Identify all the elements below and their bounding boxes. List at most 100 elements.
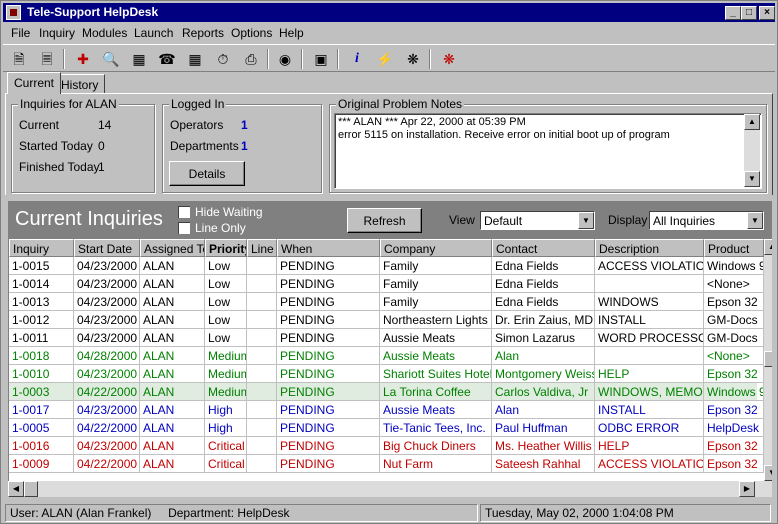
table-row[interactable]: 1-001304/23/2000 10ALANLowPENDINGFamilyE… bbox=[9, 293, 764, 311]
scroll-down-icon[interactable]: ▼ bbox=[744, 171, 760, 187]
table-row[interactable]: 1-000904/22/2000 10ALANCritical PENDINGNu… bbox=[9, 455, 764, 473]
col-start-date-header[interactable]: Start Date bbox=[74, 239, 140, 257]
binoculars-icon[interactable]: ◉ bbox=[275, 49, 295, 69]
col-line-cell bbox=[247, 293, 277, 311]
chevron-down-icon[interactable]: ▼ bbox=[578, 212, 594, 229]
col-priority-cell: Low bbox=[205, 329, 247, 347]
search-icon[interactable]: 🔍 bbox=[101, 49, 121, 69]
hide-waiting-label: Hide Waiting bbox=[195, 205, 263, 219]
table-row[interactable]: 1-001404/23/2000 10ALANLow PENDINGFamilyE… bbox=[9, 275, 764, 293]
col-product-cell: GM-Docs bbox=[704, 311, 764, 329]
app-icon[interactable] bbox=[6, 5, 21, 20]
display-select[interactable]: All Inquiries ▼ bbox=[649, 211, 764, 230]
col-priority-cell: High bbox=[205, 401, 247, 419]
menu-options[interactable]: Options bbox=[231, 26, 272, 40]
inquiries-for-legend: Inquiries for ALAN bbox=[18, 97, 119, 111]
scroll-right-icon[interactable]: ▶ bbox=[739, 481, 755, 497]
scroll-thumb[interactable] bbox=[24, 481, 38, 497]
menu-launch[interactable]: Launch bbox=[134, 26, 173, 40]
col-line-header[interactable]: Line bbox=[247, 239, 277, 257]
scroll-thumb[interactable] bbox=[764, 351, 772, 367]
phone-icon[interactable]: ☎ bbox=[157, 49, 177, 69]
org-chart-icon[interactable]: ▦ bbox=[129, 49, 149, 69]
grid-header: Inquiry Start Date Assigned To Priority Line… bbox=[9, 239, 764, 257]
calculator-icon[interactable]: ▦ bbox=[185, 49, 205, 69]
col-company-header[interactable]: Company bbox=[380, 239, 492, 257]
col-description-cell: HELP bbox=[595, 437, 704, 455]
stopwatch-icon[interactable]: ⏱ bbox=[213, 49, 233, 69]
col-description-header[interactable]: Description bbox=[595, 239, 704, 257]
col-product-cell: HelpDesk bbox=[704, 419, 764, 437]
id-card-icon[interactable]: ▣ bbox=[311, 49, 331, 69]
col-company-cell: Family bbox=[380, 293, 492, 311]
col-priority-header[interactable]: Priority bbox=[205, 239, 247, 257]
status-department: Department: HelpDesk bbox=[168, 506, 290, 520]
scroll-down-icon[interactable]: ▼ bbox=[764, 465, 772, 481]
col-contact-header[interactable]: Contact bbox=[492, 239, 595, 257]
maximize-button[interactable]: □ bbox=[741, 6, 757, 20]
notes-scrollbar[interactable]: ▲ ▼ bbox=[744, 114, 760, 187]
col-inquiry-cell: 1-0012 bbox=[9, 311, 74, 329]
table-row[interactable]: 1-001504/23/2000 10ALANLow PENDINGFamilyE… bbox=[9, 257, 764, 275]
toolbar: 🗎 🗏 ✚ 🔍 ▦ ☎ ▦ ⏱ ⎙ ◉ ▣ i ⚡ ❋ ❋ bbox=[3, 44, 775, 72]
col-inquiry-header[interactable]: Inquiry bbox=[9, 239, 74, 257]
view-select[interactable]: Default ▼ bbox=[480, 211, 595, 230]
table-row[interactable]: 1-001604/23/2000 10ALANCritical PENDINGBi… bbox=[9, 437, 764, 455]
col-start-date-cell: 04/22/2000 10 bbox=[74, 419, 140, 437]
scroll-up-icon[interactable]: ▲ bbox=[744, 114, 760, 130]
col-when-header[interactable]: When bbox=[277, 239, 380, 257]
grid-vertical-scrollbar[interactable]: ▲ ▼ bbox=[764, 239, 772, 483]
refresh-button[interactable]: Refresh bbox=[347, 208, 422, 233]
view-label: View bbox=[449, 213, 475, 227]
lightning-icon[interactable]: ⚡ bbox=[375, 49, 395, 69]
bug-icon[interactable]: ❋ bbox=[403, 49, 423, 69]
inquiry-add-icon[interactable]: ✚ bbox=[73, 49, 93, 69]
departments-count: 1 bbox=[241, 139, 248, 153]
tab-history[interactable]: History bbox=[54, 74, 106, 94]
col-assigned-to-header[interactable]: Assigned To bbox=[140, 239, 205, 257]
menu-reports[interactable]: Reports bbox=[182, 26, 224, 40]
grid-horizontal-scrollbar[interactable]: ◀ ▶ bbox=[8, 481, 772, 497]
minimize-button[interactable]: _ bbox=[725, 6, 741, 20]
menu-modules[interactable]: Modules bbox=[82, 26, 127, 40]
col-company-cell: La Torina Coffee bbox=[380, 383, 492, 401]
menu-inquiry[interactable]: Inquiry bbox=[39, 26, 75, 40]
col-product-cell: Epson 32 bbox=[704, 293, 764, 311]
tab-current[interactable]: Current bbox=[7, 72, 62, 94]
scroll-up-icon[interactable]: ▲ bbox=[764, 239, 772, 255]
problem-notes-textarea[interactable]: *** ALAN *** Apr 22, 2000 at 05:39 PM er… bbox=[334, 113, 762, 189]
hide-waiting-checkbox[interactable] bbox=[178, 206, 190, 218]
world-bug-icon[interactable]: ❋ bbox=[439, 49, 459, 69]
line-only-checkbox[interactable] bbox=[178, 222, 190, 234]
table-row[interactable]: 1-001204/23/2000 10ALANLow PENDINGNorthea… bbox=[9, 311, 764, 329]
printer-icon[interactable]: ⎙ bbox=[241, 49, 261, 69]
menu-file[interactable]: File bbox=[11, 26, 30, 40]
status-user: User: ALAN (Alan Frankel) bbox=[10, 506, 152, 520]
scroll-left-icon[interactable]: ◀ bbox=[8, 481, 24, 497]
col-product-header[interactable]: Product bbox=[704, 239, 764, 257]
table-row[interactable]: 1-001804/28/2000 10ALANMedium PENDINGAuss… bbox=[9, 347, 764, 365]
operators-label: Operators bbox=[170, 118, 224, 132]
new-document-icon[interactable]: 🗎 bbox=[9, 49, 29, 69]
open-document-icon[interactable]: 🗏 bbox=[37, 49, 57, 69]
info-icon[interactable]: i bbox=[347, 49, 367, 69]
inquiries-grid[interactable]: Inquiry Start Date Assigned To Priority Line… bbox=[8, 239, 772, 497]
menu-help[interactable]: Help bbox=[279, 26, 304, 40]
col-contact-cell: Montgomery Weisser bbox=[492, 365, 595, 383]
table-row[interactable]: 1-000304/22/2000 10ALANMedium PENDINGLa T… bbox=[9, 383, 764, 401]
finished-today-label: Finished Today bbox=[19, 160, 100, 174]
table-row[interactable]: 1-000504/22/2000 10ALANHigh PENDINGTie-Ta… bbox=[9, 419, 764, 437]
chevron-down-icon[interactable]: ▼ bbox=[747, 212, 763, 229]
col-product-cell: Epson 32 bbox=[704, 455, 764, 473]
details-button[interactable]: Details bbox=[169, 161, 245, 186]
col-assigned-to-cell: ALAN bbox=[140, 347, 205, 365]
table-row[interactable]: 1-001004/23/2000 10ALANMedium PENDINGShar… bbox=[9, 365, 764, 383]
table-row[interactable]: 1-001104/23/2000 10ALANLow PENDINGAussie … bbox=[9, 329, 764, 347]
col-when-cell: PENDING bbox=[277, 311, 380, 329]
started-today-count: 0 bbox=[98, 139, 105, 153]
col-priority-cell: High bbox=[205, 419, 247, 437]
close-button[interactable]: × bbox=[759, 6, 775, 20]
col-product-cell: Epson 32 bbox=[704, 437, 764, 455]
table-row[interactable]: 1-001704/23/2000 10ALANHigh PENDINGAussie… bbox=[9, 401, 764, 419]
col-assigned-to-cell: ALAN bbox=[140, 257, 205, 275]
